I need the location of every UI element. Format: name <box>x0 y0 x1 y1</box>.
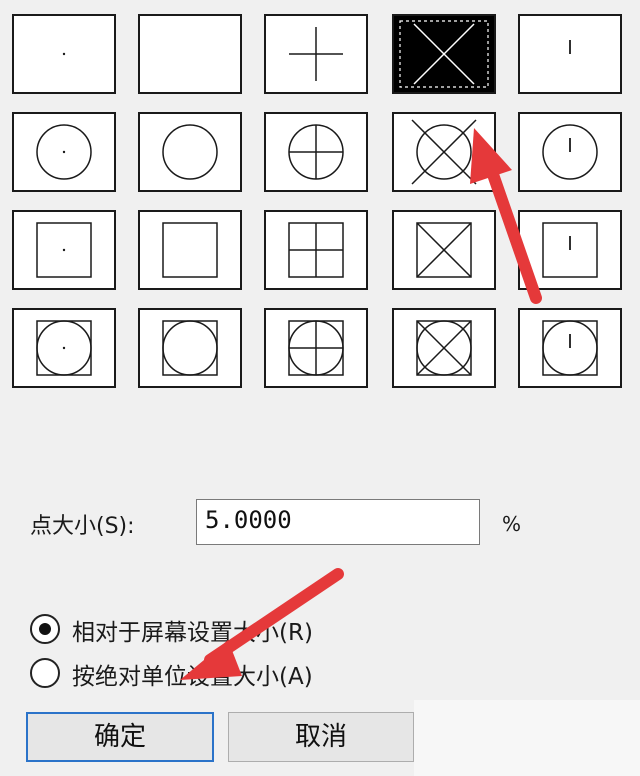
point-style-square[interactable] <box>138 210 242 290</box>
square-tick-icon <box>542 222 598 278</box>
circle-icon <box>162 124 218 180</box>
square-dot-icon <box>36 222 92 278</box>
point-style-square-circle-plus[interactable] <box>264 308 368 388</box>
cancel-button[interactable]: 取消 <box>228 712 414 762</box>
point-size-input[interactable]: 5.0000 <box>196 499 480 545</box>
blurred-region <box>414 700 640 776</box>
absolute-size-radio[interactable] <box>30 658 60 688</box>
point-style-cross[interactable] <box>392 14 496 94</box>
relative-size-label: 相对于屏幕设置大小(R) <box>72 620 313 646</box>
radio-selected-dot <box>39 623 51 635</box>
tick-icon <box>569 40 571 54</box>
circle-tick-icon <box>542 124 598 180</box>
point-style-circle[interactable] <box>138 112 242 192</box>
square-circle-tick-icon <box>542 320 598 376</box>
point-style-square-circle-dot[interactable] <box>12 308 116 388</box>
point-style-dot[interactable] <box>12 14 116 94</box>
square-cross-icon <box>416 222 472 278</box>
point-size-label: 点大小(S): <box>30 514 135 539</box>
circle-cross-icon <box>411 119 477 185</box>
square-icon <box>162 222 218 278</box>
plus-icon <box>289 27 343 81</box>
point-style-square-circle-tick[interactable] <box>518 308 622 388</box>
point-style-circle-plus[interactable] <box>264 112 368 192</box>
point-style-square-cross[interactable] <box>392 210 496 290</box>
point-style-square-circle[interactable] <box>138 308 242 388</box>
dot-icon <box>62 52 66 56</box>
point-style-square-dot[interactable] <box>12 210 116 290</box>
point-style-plus[interactable] <box>264 14 368 94</box>
square-plus-icon <box>288 222 344 278</box>
cross-icon <box>399 20 489 88</box>
circle-dot-icon <box>36 124 92 180</box>
circle-plus-icon <box>288 124 344 180</box>
point-style-circle-tick[interactable] <box>518 112 622 192</box>
square-circle-dot-icon <box>36 320 92 376</box>
point-style-square-circle-cross[interactable] <box>392 308 496 388</box>
percent-unit-label: % <box>502 512 522 536</box>
square-circle-plus-icon <box>288 320 344 376</box>
relative-size-radio[interactable] <box>30 614 60 644</box>
absolute-size-label: 按绝对单位设置大小(A) <box>72 664 313 690</box>
none-icon <box>140 16 240 92</box>
ok-button[interactable]: 确定 <box>26 712 214 762</box>
point-style-tick[interactable] <box>518 14 622 94</box>
point-style-square-tick[interactable] <box>518 210 622 290</box>
square-circle-cross-icon <box>416 320 472 376</box>
point-style-grid <box>0 0 640 400</box>
point-style-none[interactable] <box>138 14 242 94</box>
point-style-circle-cross[interactable] <box>392 112 496 192</box>
point-style-circle-dot[interactable] <box>12 112 116 192</box>
square-circle-icon <box>162 320 218 376</box>
point-style-square-plus[interactable] <box>264 210 368 290</box>
